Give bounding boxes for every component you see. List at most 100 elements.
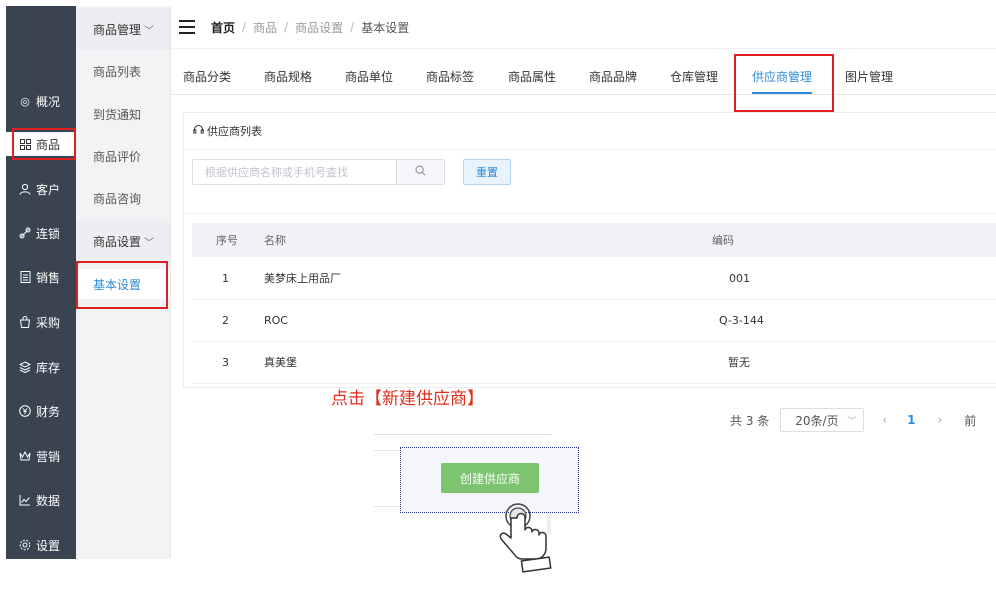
column-header-index: 序号 [216,234,238,247]
pointer-hand-icon [499,503,552,573]
breadcrumb-home[interactable]: 首页 [211,19,235,36]
sidebar-item-label: 设置 [36,538,61,553]
sidebar-item-label: 数据 [36,493,61,508]
tab-tags[interactable]: 商品标签 [426,60,474,94]
pagination-total: 共 3 条 [730,413,770,428]
inset-divider [374,450,400,451]
row-index: 2 [222,313,229,327]
breadcrumb-product-settings[interactable]: 商品设置 [295,19,343,36]
sidebar-item-customers[interactable]: 客户 [6,177,76,201]
chevron-down-icon: ﹀ [847,416,857,427]
breadcrumb-separator: / [284,20,289,34]
pagination-jump-label: 前 [964,413,977,428]
next-page-icon[interactable]: › [937,413,942,427]
tab-brands[interactable]: 商品品牌 [589,60,637,94]
tab-units[interactable]: 商品单位 [345,60,393,94]
sidebar-item-label: 概况 [36,94,61,109]
subnav-group-label: 商品设置 [93,234,142,249]
page-size-value: 20条/页 [795,413,839,428]
page-size-select[interactable]: 20条/页 ﹀ [780,408,865,432]
inset-divider [374,506,400,507]
page-number-current[interactable]: 1 [907,413,915,427]
row-index: 1 [222,271,229,285]
chevron-down-icon: ﹀ [144,25,155,37]
sidebar-item-label: 库存 [36,360,61,375]
breadcrumb-separator: / [350,20,355,34]
row-name: 美梦床上用品厂 [264,272,341,285]
sidebar-item-purchase[interactable]: 采购 [6,310,76,334]
row-code: 001 [729,271,750,285]
tab-categories[interactable]: 商品分类 [183,60,231,94]
column-header-code: 编码 [712,234,734,247]
crown-icon [18,449,32,463]
highlight-products-nav [12,128,76,160]
sidebar-item-marketing[interactable]: 营销 [6,444,76,468]
document-icon [18,270,32,284]
sidebar-item-label: 营销 [36,449,61,464]
table-row[interactable]: 1 美梦床上用品厂 001 [192,257,996,300]
row-name: ROC [264,313,288,327]
subnav-item-product-list[interactable]: 商品列表 [76,56,170,86]
settings-tabs: 商品分类 商品规格 商品单位 商品标签 商品属性 商品品牌 仓库管理 供应商管理… [170,60,996,95]
highlight-basic-settings [76,261,168,309]
user-icon [18,182,32,196]
chart-icon [18,493,32,507]
subnav-item-product-inquiries[interactable]: 商品咨询 [76,183,170,213]
main-sidebar: ◎ 概况 商品 客户 连锁 销售 采购 库存 财务 营销 数据 设置 [6,6,76,559]
supplier-table: 序号 名称 编码 1 美梦床上用品厂 001 2 ROC Q-3-144 3 真… [183,213,996,384]
chevron-down-icon: ﹀ [144,237,155,249]
supplier-search [192,159,445,185]
layers-icon [18,360,32,374]
search-button[interactable] [396,160,444,184]
bag-icon [18,315,32,329]
sidebar-item-data[interactable]: 数据 [6,488,76,512]
sidebar-item-overview[interactable]: ◎ 概况 [6,89,76,113]
menu-toggle-icon[interactable] [179,20,195,34]
top-bar: 首页 / 商品 / 商品设置 / 基本设置 [170,6,996,49]
subnav-item-product-reviews[interactable]: 商品评价 [76,141,170,171]
inset-divider [374,434,551,435]
tab-specifications[interactable]: 商品规格 [264,60,312,94]
dashboard-icon: ◎ [20,94,30,108]
sidebar-item-inventory[interactable]: 库存 [6,355,76,379]
headset-icon [193,124,204,138]
search-input[interactable] [193,160,397,184]
subnav-group-product-settings[interactable]: 商品设置 ﹀ [76,220,170,262]
subnav-item-arrival-notice[interactable]: 到货通知 [76,99,170,129]
yen-icon [18,404,32,418]
row-name: 真美堡 [264,356,297,369]
table-row[interactable]: 2 ROC Q-3-144 [192,299,996,342]
column-header-name: 名称 [264,234,286,247]
highlight-suppliers-tab [734,54,834,112]
sidebar-item-sales[interactable]: 销售 [6,265,76,289]
panel-header: 供应商列表 [184,113,996,150]
sidebar-item-finance[interactable]: 财务 [6,399,76,423]
instruction-text: 点击【新建供应商】 [331,389,484,409]
breadcrumb-current: 基本设置 [361,20,410,35]
table-header: 序号 名称 编码 [192,223,996,257]
panel-title: 供应商列表 [207,125,262,138]
table-row[interactable]: 3 真美堡 暂无 [192,341,996,384]
subnav-group-product-management[interactable]: 商品管理 ﹀ [76,8,170,50]
sidebar-item-chain[interactable]: 连锁 [6,221,76,245]
breadcrumb-products[interactable]: 商品 [253,19,277,36]
gear-icon [18,538,32,552]
sidebar-item-label: 销售 [36,270,61,285]
sidebar-item-label: 连锁 [36,226,61,241]
tab-attributes[interactable]: 商品属性 [508,60,556,94]
search-icon [415,165,426,179]
row-index: 3 [222,355,229,369]
sidebar-item-label: 财务 [36,404,61,419]
create-supplier-button[interactable]: 创建供应商 [441,463,539,493]
sidebar-item-label: 客户 [36,182,61,197]
reset-button[interactable]: 重置 [463,159,511,185]
subnav-group-label: 商品管理 [93,22,142,37]
sidebar-item-label: 采购 [36,315,61,330]
tab-images[interactable]: 图片管理 [845,60,893,94]
pagination: 共 3 条 20条/页 ﹀ ‹ 1 › 前 [730,408,976,432]
breadcrumb-separator: / [242,20,247,34]
link-icon [18,226,32,240]
sidebar-item-settings[interactable]: 设置 [6,533,76,557]
tab-warehouses[interactable]: 仓库管理 [670,60,718,94]
prev-page-icon[interactable]: ‹ [882,413,887,427]
